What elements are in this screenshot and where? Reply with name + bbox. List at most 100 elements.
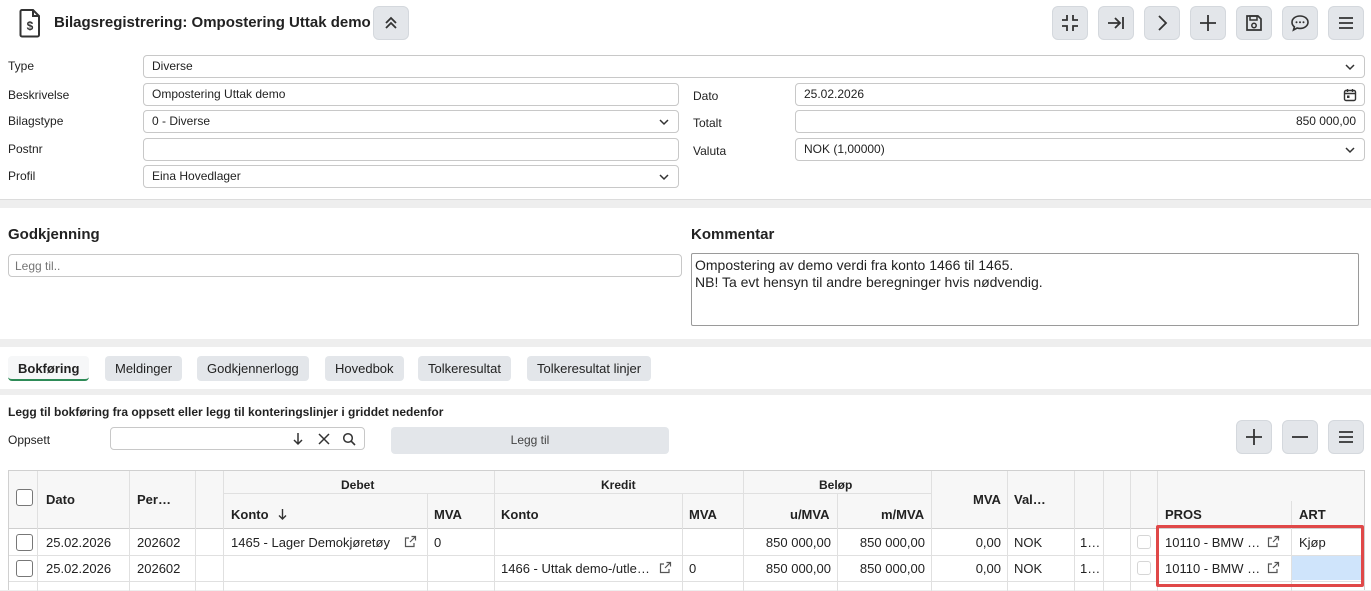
cell-m-mva[interactable]: 850 000,00 [837,561,925,576]
oppsett-input[interactable] [110,427,365,450]
godkjenning-heading: Godkjenning [8,226,100,243]
grid-line [223,493,931,494]
tab-meldinger[interactable]: Meldinger [105,356,183,381]
select-all-checkbox[interactable] [16,489,33,506]
row-flag-checkbox[interactable] [1137,535,1151,549]
type-select[interactable]: Diverse [143,55,1365,78]
totalt-input[interactable]: 850 000,00 [795,110,1365,133]
cell-extra[interactable]: 1… [1080,561,1100,576]
document-dollar-icon: $ [19,9,40,38]
sort-arrow-down-icon [278,509,287,520]
cell-debet-konto[interactable]: 1465 - Lager Demokjøretøy [231,535,390,550]
collapse-header-button[interactable] [373,6,409,40]
hamburger-menu-icon [1339,431,1353,443]
oppsett-label: Oppsett [8,433,51,447]
external-link-icon[interactable] [659,561,672,574]
legg-til-button[interactable]: Legg til [391,427,669,454]
comments-button[interactable] [1282,6,1318,40]
col-header-u-mva[interactable]: u/MVA [790,507,829,522]
tab-tolkeresultat[interactable]: Tolkeresultat [418,356,511,381]
search-icon[interactable] [342,432,356,446]
col-header-m-mva[interactable]: m/MVA [881,507,924,522]
col-header-per[interactable]: Per… [137,492,171,507]
calendar-icon[interactable] [1343,88,1357,102]
clear-icon[interactable] [317,432,331,446]
col-header-mva[interactable]: MVA [973,492,1001,507]
external-link-icon[interactable] [404,535,417,548]
col-header-pros[interactable]: PROS [1165,507,1202,522]
chevron-down-icon [1345,64,1355,71]
beskrivelse-value: Ompostering Uttak demo [152,87,286,101]
header-panel: $ Bilagsregistrering: Ompostering Uttak … [0,0,1371,200]
row-checkbox[interactable] [16,560,33,577]
cell-m-mva[interactable]: 850 000,00 [837,535,925,550]
menu-button[interactable] [1328,6,1364,40]
cell-u-mva[interactable]: 850 000,00 [743,561,831,576]
bilagstype-label: Bilagstype [8,114,64,128]
arrow-to-end-icon [1108,17,1124,29]
col-header-kredit-mva[interactable]: MVA [689,507,717,522]
cell-mva[interactable]: 0,00 [931,561,1001,576]
grid-header [9,471,1364,528]
compress-icon [1062,15,1078,31]
cell-extra[interactable]: 1… [1080,535,1100,550]
arrow-down-icon[interactable] [291,432,305,446]
profil-select[interactable]: Eina Hovedlager [143,165,679,188]
chevron-down-icon [659,174,669,181]
col-header-art[interactable]: ART [1299,507,1326,522]
godkjenning-input[interactable] [8,254,682,277]
cell-per[interactable]: 202602 [137,535,180,550]
col-group-debet: Debet [341,478,375,492]
bilagstype-value: 0 - Diverse [152,114,211,128]
type-label: Type [8,59,35,73]
hamburger-menu-icon [1339,17,1353,29]
totalt-value: 850 000,00 [1295,114,1356,128]
new-button[interactable] [1190,6,1226,40]
cell-debet-mva[interactable]: 0 [434,535,441,550]
tab-hovedbok[interactable]: Hovedbok [325,356,404,381]
plus-icon [1200,15,1216,31]
approval-panel: Godkjenning Kommentar Ompostering av dem… [0,208,1371,339]
profil-label: Profil [8,169,36,183]
minimize-button[interactable] [1052,6,1088,40]
postnr-input[interactable] [143,138,679,161]
plus-icon [1246,429,1262,445]
row-checkbox[interactable] [16,534,33,551]
jump-to-end-button[interactable] [1098,6,1134,40]
save-button[interactable] [1236,6,1272,40]
row-flag-checkbox[interactable] [1137,561,1151,575]
cell-mva[interactable]: 0,00 [931,535,1001,550]
kommentar-textarea[interactable]: Ompostering av demo verdi fra konto 1466… [691,253,1359,326]
cell-dato[interactable]: 25.02.2026 [46,561,111,576]
cell-kredit-konto[interactable]: 1466 - Uttak demo-/utle… [501,561,650,576]
col-header-debet-mva[interactable]: MVA [434,507,462,522]
beskrivelse-input[interactable]: Ompostering Uttak demo [143,83,679,106]
col-group-kredit: Kredit [601,478,636,492]
next-button[interactable] [1144,6,1180,40]
tab-bokforing[interactable]: Bokføring [8,356,90,381]
page-title: Bilagsregistrering: Ompostering Uttak de… [54,14,371,31]
cell-valuta[interactable]: NOK [1014,535,1042,550]
col-header-valuta[interactable]: Val… [1014,492,1046,507]
tab-godkjennerlogg[interactable]: Godkjennerlogg [197,356,309,381]
add-row-button[interactable] [1236,420,1272,454]
postnr-label: Postnr [8,142,43,156]
grid-menu-button[interactable] [1328,420,1364,454]
cell-per[interactable]: 202602 [137,561,180,576]
col-header-dato[interactable]: Dato [46,492,75,507]
dato-value: 25.02.2026 [804,87,865,101]
chevron-down-icon [1345,147,1355,154]
cell-valuta[interactable]: NOK [1014,561,1042,576]
cell-kredit-mva[interactable]: 0 [689,561,696,576]
minus-icon [1292,436,1308,438]
bilagstype-select[interactable]: 0 - Diverse [143,110,679,133]
dato-input[interactable]: 25.02.2026 [795,83,1365,106]
col-header-debet-konto[interactable]: Konto [231,507,269,522]
valuta-select[interactable]: NOK (1,00000) [795,138,1365,161]
tab-tolkeresultat-linjer[interactable]: Tolkeresultat linjer [527,356,652,381]
cell-u-mva[interactable]: 850 000,00 [743,535,831,550]
cell-dato[interactable]: 25.02.2026 [46,535,111,550]
col-header-kredit-konto[interactable]: Konto [501,507,539,522]
floppy-disk-icon [1246,15,1262,31]
remove-row-button[interactable] [1282,420,1318,454]
